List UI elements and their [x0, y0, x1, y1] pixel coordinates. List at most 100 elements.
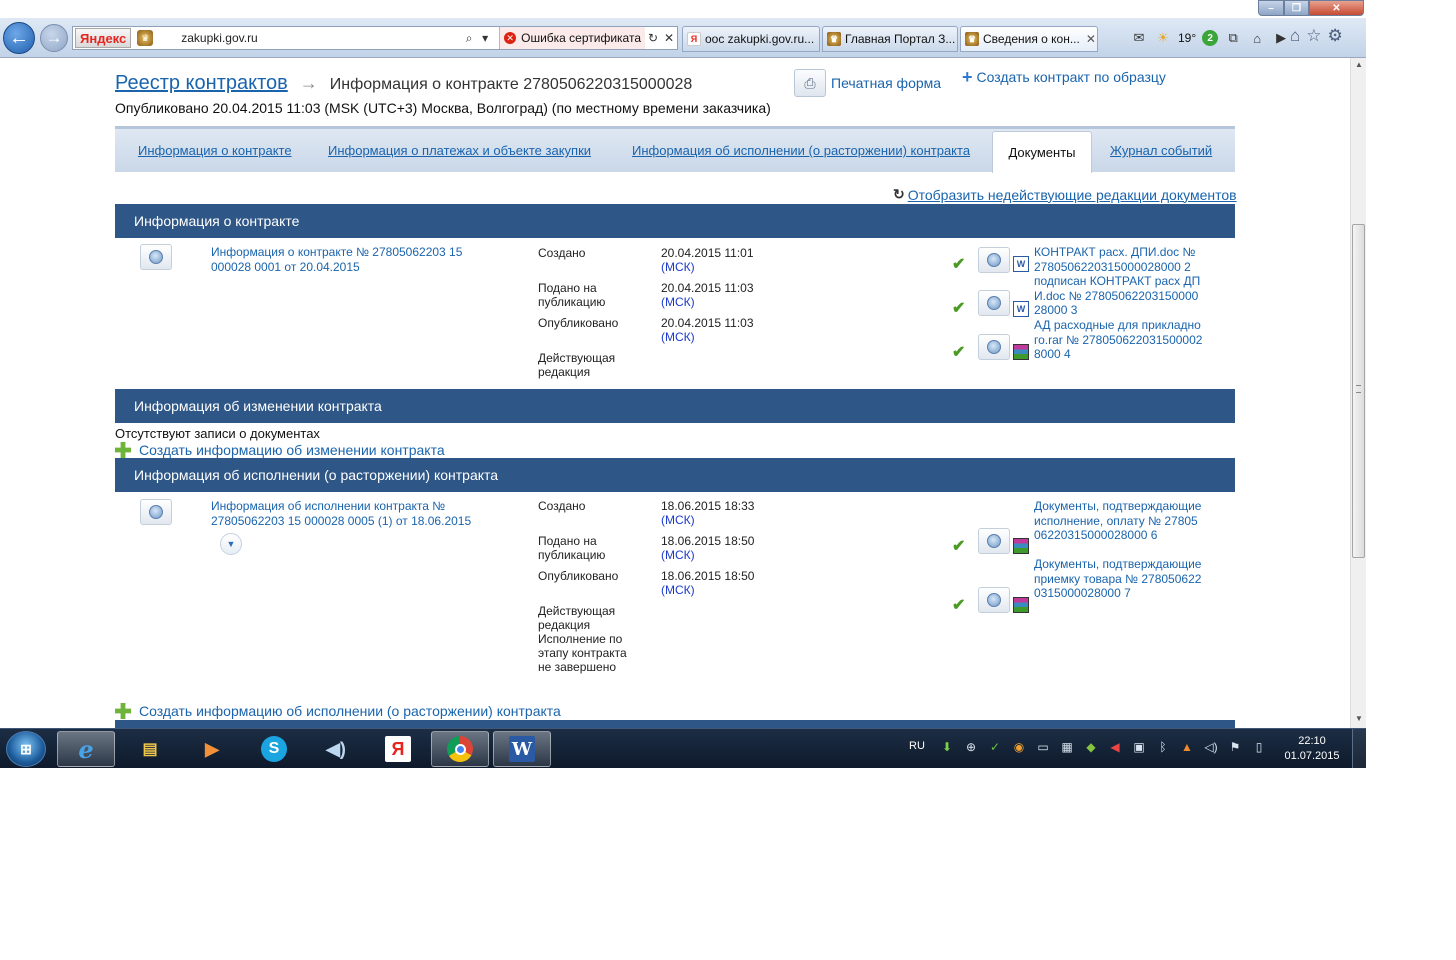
seal-icon [987, 593, 1001, 607]
meta-value-submitted: 18.06.2015 18:50 (МСК) [661, 534, 755, 562]
settings-gear-icon[interactable]: ⚙ [1328, 26, 1343, 46]
create-change-info-link[interactable]: Создать информацию об изменении контракт… [115, 442, 445, 458]
system-clock[interactable]: 22:10 01.07.2015 [1280, 734, 1344, 764]
taskbar-internet-explorer-icon[interactable]: e [57, 731, 115, 767]
play-icon[interactable]: ▶ [1272, 29, 1290, 47]
dropdown-arrow-icon[interactable]: ▾ [477, 31, 493, 45]
url-text[interactable]: zakupki.gov.ru [181, 31, 461, 45]
lock-icon[interactable]: ⌂ [1248, 29, 1266, 47]
window-close-button[interactable]: ✕ [1309, 0, 1364, 16]
volume-icon[interactable]: ◁) [1202, 740, 1220, 754]
signature-button[interactable] [978, 587, 1010, 613]
tab-label: Сведения о кон... [983, 32, 1080, 46]
emblem-favicon-icon: ♛ [965, 32, 979, 46]
taskbar-sound-icon[interactable]: ◀) [307, 731, 365, 767]
browser-tab-active[interactable]: ♛ Сведения о кон... ✕ [960, 26, 1098, 52]
vertical-scrollbar[interactable]: ▲ ▼ [1350, 58, 1366, 728]
certificate-error-badge[interactable]: ✕ Ошибка сертификата [499, 27, 645, 49]
execution-doc-link[interactable]: Информация об исполнении контракта № 278… [211, 499, 481, 529]
media-icon[interactable]: ◀ [1106, 740, 1124, 754]
forward-button[interactable]: → [40, 24, 68, 52]
file-link[interactable]: Документы, подтверждающие исполнение, оп… [1034, 499, 1204, 543]
taskbar-yandex-icon[interactable]: Я [369, 731, 427, 767]
circle-app-icon[interactable]: ◉ [1010, 740, 1028, 754]
translate-icon[interactable]: ⧉ [1224, 29, 1242, 47]
green-plus-icon [115, 703, 131, 719]
print-form-button[interactable]: ⎙ Печатная форма [794, 69, 941, 97]
network-icon[interactable]: ⊕ [962, 740, 980, 754]
doc-file-icon: W [1013, 256, 1029, 272]
seal-icon [987, 534, 1001, 548]
weather-temperature[interactable]: 19° [1178, 31, 1196, 45]
taskbar-chrome-icon[interactable] [431, 731, 489, 767]
breadcrumb-root-link[interactable]: Реестр контрактов [115, 72, 288, 95]
download-icon[interactable]: ⬇ [938, 740, 956, 754]
minimize-button[interactable]: – [1258, 0, 1284, 16]
weather-icon[interactable]: ☀ [1154, 29, 1172, 47]
address-bar[interactable]: Яндекс ♛ zakupki.gov.ru ⌕ ▾ ✕ Ошибка сер… [72, 26, 678, 50]
create-execution-info-link[interactable]: Создать информацию об исполнении (о раст… [115, 703, 561, 719]
scroll-down-icon[interactable]: ▼ [1355, 714, 1363, 723]
yandex-search-logo[interactable]: Яндекс [75, 28, 132, 48]
keyboard-icon[interactable]: ▦ [1058, 740, 1076, 754]
browser-tab-1[interactable]: Я оос zakupki.gov.ru... [682, 26, 820, 52]
create-change-info-label[interactable]: Создать информацию об изменении контракт… [139, 442, 445, 458]
show-desktop-button[interactable] [1352, 729, 1366, 768]
scroll-thumb[interactable] [1352, 224, 1365, 558]
start-button[interactable]: ⊞ [6, 731, 46, 767]
graphics-icon[interactable]: ◆ [1082, 740, 1100, 754]
network-status-icon[interactable]: ▯ [1250, 740, 1268, 754]
signature-button[interactable] [978, 290, 1010, 316]
home-icon[interactable]: ⌂ [1290, 26, 1300, 46]
search-icon[interactable]: ⌕ [461, 31, 477, 46]
taskbar-skype-icon[interactable]: S [245, 731, 303, 767]
browser-tab-2[interactable]: ♛ Главная Портал З... [822, 26, 958, 52]
flag-icon[interactable]: ⚑ [1226, 740, 1244, 754]
contract-info-doc-link[interactable]: Информация о контракте № 27805062203 15 … [211, 245, 481, 275]
taskbar-explorer-icon[interactable]: ▤ [121, 731, 179, 767]
file-link[interactable]: Документы, подтверждающие приемку товара… [1034, 557, 1204, 601]
tab-documents[interactable]: Документы [992, 131, 1092, 173]
signature-button[interactable] [978, 247, 1010, 273]
tab-event-log[interactable]: Журнал событий [1110, 129, 1212, 172]
back-button[interactable]: ← [3, 22, 35, 54]
create-execution-info-label[interactable]: Создать информацию об исполнении (о раст… [139, 703, 561, 719]
file-link[interactable]: АД расходные для прикладного.rar № 27805… [1034, 318, 1204, 362]
create-by-sample-label[interactable]: Создать контракт по образцу [977, 69, 1166, 85]
maximize-button[interactable]: ❐ [1284, 0, 1309, 16]
clock-date: 01.07.2015 [1284, 750, 1340, 762]
signature-button[interactable] [140, 499, 172, 525]
signature-button[interactable] [140, 244, 172, 270]
show-inactive-versions-link[interactable]: ↻ Отобразить недействующие редакции доку… [893, 186, 1237, 203]
tab-contract-info[interactable]: Информация о контракте [138, 129, 292, 172]
browser-toolbar: ← → Яндекс ♛ zakupki.gov.ru ⌕ ▾ ✕ Ошибка… [0, 18, 1366, 58]
notification-count-badge[interactable]: 2 [1202, 30, 1219, 46]
mail-icon[interactable]: ✉ [1130, 29, 1148, 47]
security-icon[interactable]: ✓ [986, 740, 1004, 754]
tab-execution[interactable]: Информация об исполнении (о расторжении)… [632, 129, 970, 172]
error-icon: ✕ [504, 32, 517, 44]
signature-button[interactable] [978, 528, 1010, 554]
refresh-icon[interactable]: ↻ [645, 31, 661, 45]
checkmark-icon: ✔ [952, 597, 966, 614]
app-tray-icon[interactable]: ▲ [1178, 740, 1196, 754]
battery-icon[interactable]: ▭ [1034, 740, 1052, 754]
scroll-up-icon[interactable]: ▲ [1355, 60, 1363, 69]
tab-close-icon[interactable]: ✕ [1086, 32, 1096, 46]
file-link[interactable]: КОНТРАКТ расх. ДПИ.doc № 278050622031500… [1034, 245, 1204, 274]
favorites-star-icon[interactable]: ☆ [1306, 26, 1321, 46]
expand-chevron-down-icon[interactable]: ▼ [220, 533, 242, 555]
tab-payments[interactable]: Информация о платежах и объекте закупки [328, 129, 591, 172]
stop-icon[interactable]: ✕ [661, 31, 677, 45]
create-by-sample-link[interactable]: + Создать контракт по образцу [962, 68, 1166, 86]
file-link[interactable]: подписан КОНТРАКТ расх ДПИ.doc № 2780506… [1034, 274, 1204, 318]
taskbar-word-icon[interactable]: W [493, 731, 551, 767]
bluetooth-icon[interactable]: ᛒ [1154, 740, 1172, 754]
monitor-icon[interactable]: ▣ [1130, 740, 1148, 754]
print-form-label[interactable]: Печатная форма [831, 75, 941, 91]
printer-icon[interactable]: ⎙ [794, 69, 826, 97]
signature-button[interactable] [978, 334, 1010, 360]
show-inactive-label[interactable]: Отобразить недействующие редакции докуме… [908, 187, 1237, 203]
taskbar-media-player-icon[interactable]: ▶ [183, 731, 241, 767]
language-indicator[interactable]: RU [909, 740, 925, 752]
